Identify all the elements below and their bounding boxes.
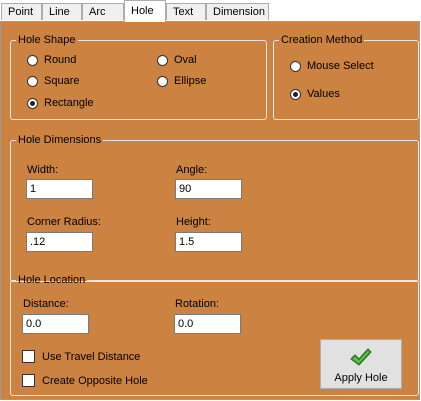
apply-hole-label: Apply Hole	[334, 372, 388, 384]
square-radio[interactable]: Square	[27, 73, 79, 89]
ellipse-radio-indicator[interactable]	[157, 75, 168, 87]
distance-label: Distance:	[23, 298, 69, 310]
values-radio-indicator[interactable]	[290, 88, 301, 100]
hole-dimensions-group: Hole Dimensions	[10, 134, 419, 282]
tab-bar: Point Line Arc Hole Text Dimension	[0, 0, 421, 22]
round-radio-indicator[interactable]	[27, 54, 38, 66]
corner-radius-label: Corner Radius:	[27, 216, 101, 228]
rectangle-radio[interactable]: Rectangle	[27, 95, 94, 111]
round-radio[interactable]: Round	[27, 52, 76, 68]
ellipse-radio-label: Ellipse	[174, 75, 207, 87]
corner-radius-field[interactable]	[26, 232, 93, 252]
distance-field[interactable]	[22, 314, 89, 334]
height-field[interactable]	[175, 232, 242, 252]
tab-arc[interactable]: Arc	[82, 3, 124, 20]
hole-location-title: Hole Location	[18, 274, 86, 286]
use-travel-distance-checkbox[interactable]: Use Travel Distance	[22, 350, 140, 363]
create-opposite-hole-label: Create Opposite Hole	[42, 374, 148, 387]
rectangle-radio-label: Rectangle	[44, 97, 94, 109]
creation-method-group: Creation Method	[273, 34, 419, 120]
apply-hole-button[interactable]: Apply Hole	[320, 339, 402, 389]
angle-label: Angle:	[176, 164, 208, 176]
oval-radio-label: Oval	[174, 54, 197, 66]
square-radio-indicator[interactable]	[27, 75, 38, 87]
oval-radio-indicator[interactable]	[157, 54, 168, 66]
tab-point[interactable]: Point	[1, 3, 42, 20]
width-field[interactable]	[26, 179, 93, 199]
create-opposite-hole-checkbox[interactable]: Create Opposite Hole	[22, 374, 148, 387]
mouse-select-radio-indicator[interactable]	[290, 60, 301, 72]
height-label: Height:	[176, 216, 211, 228]
mouse-select-radio[interactable]: Mouse Select	[290, 58, 374, 74]
hole-tab-panel: Hole Shape Round Square Rectangle Oval E…	[0, 21, 420, 400]
hole-shape-title: Hole Shape	[18, 34, 76, 46]
values-radio-label: Values	[307, 88, 340, 100]
create-opposite-hole-checkbox-box[interactable]	[22, 374, 35, 387]
angle-field[interactable]	[175, 179, 242, 199]
rotation-label: Rotation:	[175, 298, 220, 310]
values-radio[interactable]: Values	[290, 86, 340, 102]
tab-line[interactable]: Line	[42, 3, 82, 20]
creation-method-title: Creation Method	[281, 34, 363, 46]
mouse-select-radio-label: Mouse Select	[307, 60, 374, 72]
width-label: Width:	[27, 164, 59, 176]
round-radio-label: Round	[44, 54, 77, 66]
oval-radio[interactable]: Oval	[157, 52, 197, 68]
green-checkmark-icon	[350, 348, 372, 366]
square-radio-label: Square	[44, 75, 80, 87]
use-travel-distance-checkbox-box[interactable]	[22, 350, 35, 363]
tab-text[interactable]: Text	[166, 3, 206, 20]
rectangle-radio-indicator[interactable]	[27, 97, 38, 109]
rotation-field[interactable]	[174, 314, 241, 334]
use-travel-distance-label: Use Travel Distance	[42, 350, 141, 363]
hole-dimensions-title: Hole Dimensions	[18, 134, 102, 146]
tab-dimension[interactable]: Dimension	[206, 3, 269, 20]
tab-hole[interactable]: Hole	[124, 0, 166, 22]
ellipse-radio[interactable]: Ellipse	[157, 73, 206, 89]
